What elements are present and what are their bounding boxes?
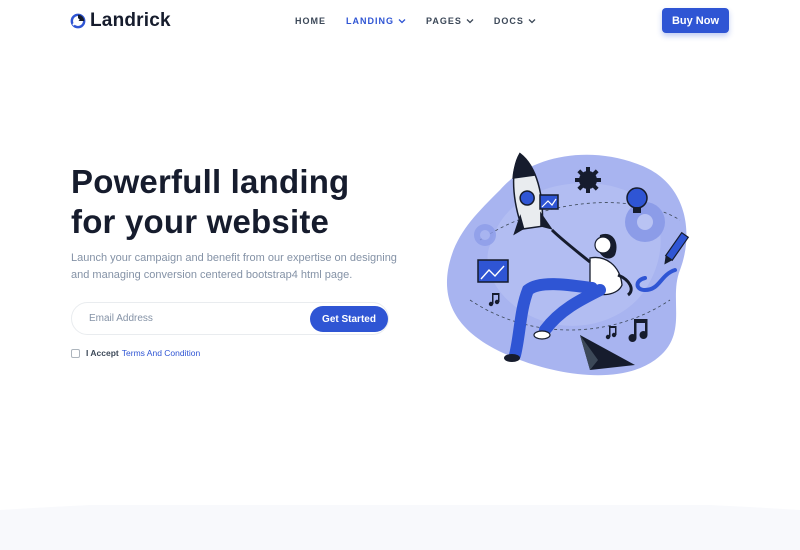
buy-now-button[interactable]: Buy Now — [662, 8, 729, 33]
subscribe-form: Get Started — [71, 302, 389, 335]
hero-illustration — [446, 152, 690, 376]
hero-title-line: Powerfull landing — [71, 163, 350, 200]
nav-item-landing[interactable]: LANDING — [346, 16, 406, 26]
get-started-button[interactable]: Get Started — [310, 306, 388, 332]
top-navbar: Landrick HOME LANDING PAGES DOCS Buy Now — [0, 0, 800, 42]
nav-item-label: LANDING — [346, 16, 394, 26]
nav-item-pages[interactable]: PAGES — [426, 16, 474, 26]
nav-item-label: PAGES — [426, 16, 462, 26]
email-field[interactable] — [89, 303, 299, 334]
nav-item-label: DOCS — [493, 16, 524, 26]
nav-item-docs[interactable]: DOCS — [494, 16, 536, 26]
logo-icon — [70, 13, 86, 29]
terms-consent: I Accept Terms And Condition — [71, 348, 200, 358]
hero-subtitle: Launch your campaign and benefit from ou… — [71, 252, 397, 281]
nav-item-home[interactable]: HOME — [295, 16, 326, 26]
gear-icon — [625, 202, 665, 242]
hero-title: Powerfull landing for your website — [71, 162, 411, 242]
logo[interactable]: Landrick — [70, 10, 171, 32]
terms-link[interactable]: Terms And Condition — [122, 348, 200, 358]
main-nav: HOME LANDING PAGES DOCS — [295, 16, 556, 26]
gear-icon — [474, 224, 496, 246]
nav-item-label: HOME — [295, 16, 326, 26]
bottom-shape-divider — [0, 505, 800, 550]
chevron-down-icon — [528, 19, 536, 24]
accept-label: I Accept — [86, 348, 119, 358]
gear-icon — [575, 167, 601, 193]
checkbox-icon[interactable] — [71, 348, 80, 358]
chevron-down-icon — [398, 19, 406, 24]
chevron-down-icon — [466, 19, 474, 24]
image-icon — [539, 194, 559, 210]
image-icon — [477, 259, 509, 283]
hero-title-line: for your website — [71, 203, 330, 240]
brand-name: Landrick — [90, 10, 171, 31]
